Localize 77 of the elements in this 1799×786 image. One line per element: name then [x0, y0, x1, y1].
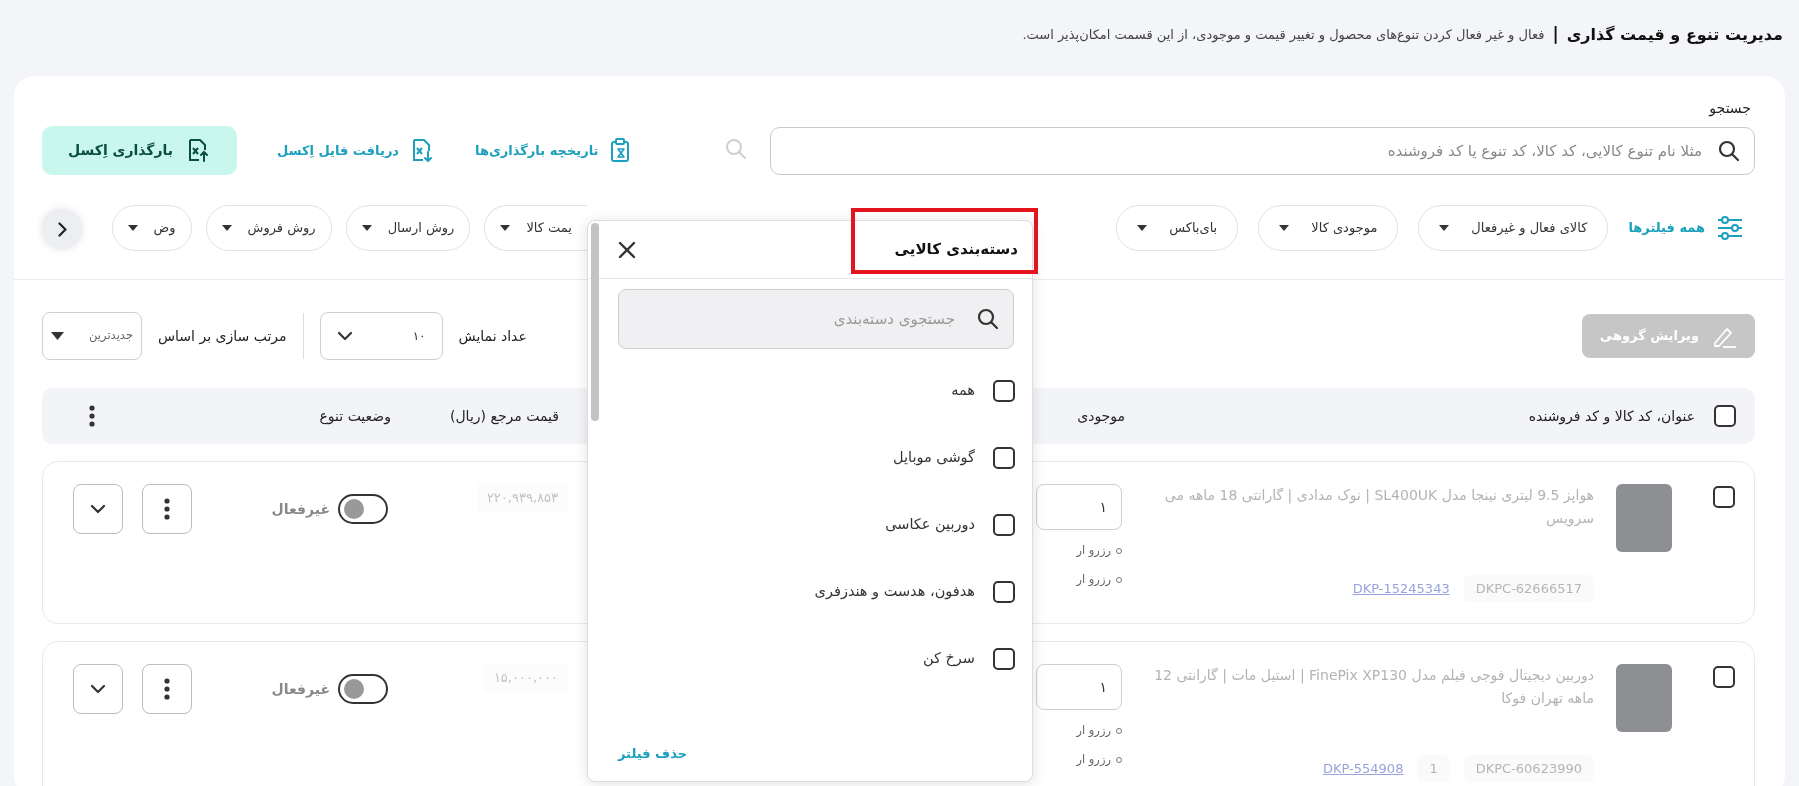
sort-label: مرتب سازی بر اساس: [158, 326, 287, 347]
caret-icon: [127, 225, 138, 231]
reserve-text: رزرو ار: [1076, 751, 1111, 769]
caret-icon: [1439, 225, 1450, 231]
reserve-text: رزرو ار: [1076, 542, 1111, 559]
checkbox[interactable]: [993, 647, 1015, 670]
caret-icon: [361, 225, 372, 231]
photo-placeholder: [1616, 484, 1672, 552]
chevron-down-icon: [90, 504, 106, 514]
product-title: دوربین دیجیتال فوجی فیلم مدل FinePix XP130 | استیل مات | گارانتی 12 ماهه تهران فوکا: [1153, 666, 1594, 709]
sliders-icon: [1717, 216, 1743, 240]
chevron-right-icon: [57, 221, 67, 237]
category-option[interactable]: همه: [951, 379, 975, 402]
chevron-down-icon: [336, 331, 353, 341]
checkbox[interactable]: [993, 513, 1015, 536]
title-separator: |: [1552, 23, 1559, 47]
variant-code: DKPC-62666517: [1463, 574, 1594, 602]
column-header: عنوان، کد کالا و کد فروشنده: [1527, 406, 1695, 427]
filter-chip[interactable]: کالای فعال و غیرفعال: [1418, 205, 1609, 251]
search-icon: [976, 307, 1000, 331]
more-icon: [89, 405, 95, 427]
sort-select[interactable]: جدیدترین: [42, 312, 142, 360]
page-size-label: عداد نمایش: [458, 326, 527, 347]
more-button[interactable]: [142, 484, 192, 534]
filter-chip[interactable]: یمت کالا: [484, 205, 587, 251]
category-option[interactable]: گوشی موبایل: [893, 446, 975, 469]
chevron-down-icon: [90, 684, 106, 694]
photo-placeholder: [1616, 664, 1672, 732]
more-button[interactable]: [142, 664, 192, 714]
reserve-text: رزرو ار: [1076, 571, 1111, 589]
column-header: وضعیت تنوع: [319, 406, 392, 427]
filter-chip[interactable]: روش ارسال: [345, 205, 471, 251]
upload-excel-button[interactable]: بارگذاری اِکسل: [42, 126, 238, 175]
column-header: موجودی: [1077, 406, 1125, 427]
page-description: فعال و غیر فعال کردن تنوع‌های محصول و تغییر قیمت و موجودی، از این قسمت امکان‌پذیر است.: [1022, 26, 1545, 45]
stock-field[interactable]: ۱: [1036, 484, 1122, 530]
filter-chip[interactable]: وض: [111, 205, 192, 251]
checkbox[interactable]: [993, 580, 1015, 603]
status-label: غیرفعال: [271, 679, 330, 700]
search-label: جستجو: [1709, 99, 1751, 119]
more-icon: [164, 498, 170, 520]
caret-icon: [1137, 225, 1148, 231]
count-tag: 1: [1417, 754, 1450, 782]
close-icon: [618, 240, 636, 259]
caret-icon: [221, 225, 232, 231]
reserve-text: رزرو ار: [1076, 722, 1111, 739]
category-option[interactable]: دوربین عکاسی: [885, 513, 975, 536]
search-field[interactable]: مثلا نام تنوع کالایی، کد کالا، کد تنوع یا کد فروشنده: [770, 127, 1755, 175]
filter-chip[interactable]: روش فروش: [205, 205, 332, 251]
status-label: غیرفعال: [271, 499, 330, 520]
checkbox[interactable]: [1714, 405, 1736, 427]
stock-field[interactable]: ۱: [1036, 664, 1122, 710]
variant-code: DKPC-60623990: [1463, 754, 1594, 782]
checkbox[interactable]: [1713, 486, 1735, 508]
scrollbar[interactable]: [591, 223, 599, 421]
filter-chip[interactable]: بای‌باکس: [1116, 205, 1239, 251]
toggle-switch[interactable]: [338, 494, 388, 524]
close-button[interactable]: [618, 240, 636, 259]
toggle-switch[interactable]: [338, 674, 388, 704]
scroll-next-button[interactable]: [42, 209, 82, 249]
more-icon: [164, 678, 170, 700]
page-title: مدیریت تنوع و قیمت گذاری: [1566, 24, 1783, 46]
checkbox[interactable]: [993, 446, 1015, 469]
page-size-select[interactable]: ۱۰: [319, 312, 443, 360]
category-option[interactable]: هدفون، هدست و هندزفری: [814, 580, 975, 603]
popup-title: دسته‌بندی کالایی: [894, 239, 1018, 261]
category-search-field[interactable]: جستجوی دسته‌بندی: [618, 289, 1014, 349]
column-header: قیمت مرجع (ریال): [450, 406, 560, 427]
checkbox[interactable]: [1713, 666, 1735, 688]
caret-icon: [1279, 225, 1290, 231]
search-icon: [1717, 139, 1741, 163]
product-title: هواپز 9.5 لیتری نینجا مدل SL400UK | نوک مدادی | گارانتی 18 ماهه می سرویس: [1163, 486, 1594, 529]
category-option[interactable]: سرخ کن: [922, 647, 975, 670]
caret-icon: [51, 332, 64, 340]
checkbox[interactable]: [993, 379, 1015, 402]
caret-icon: [500, 225, 511, 231]
filter-chip[interactable]: موجودی کالا: [1258, 205, 1399, 251]
